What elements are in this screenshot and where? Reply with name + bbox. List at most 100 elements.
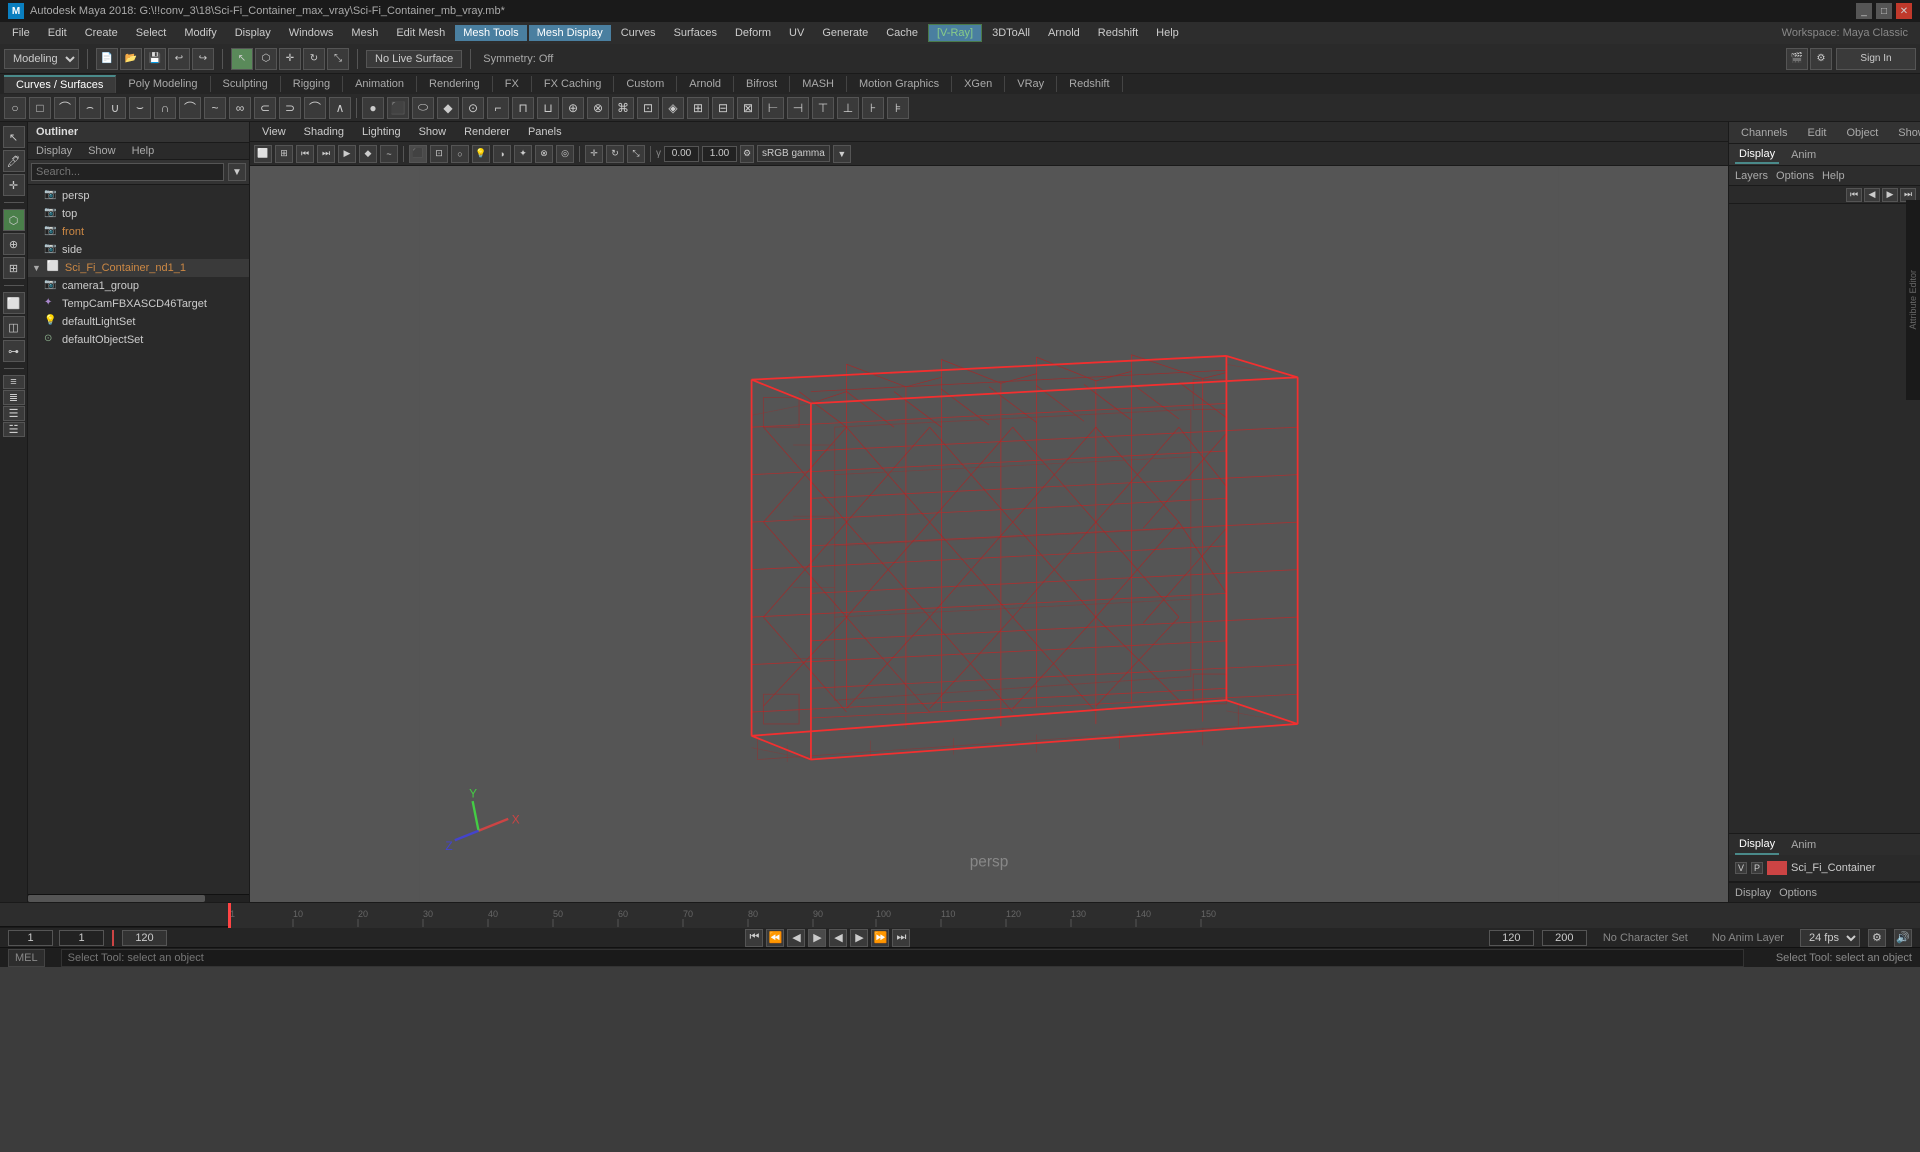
menu-help[interactable]: Help (1148, 25, 1187, 41)
vp-lighting-btn[interactable]: Lighting (354, 124, 409, 140)
pb-step-fwd-button[interactable]: ▶ (850, 929, 868, 947)
anim-tab[interactable]: Anim (1787, 147, 1820, 163)
shelf-curve8[interactable]: ∞ (229, 97, 251, 119)
shelf-surf3[interactable]: ⊔ (537, 97, 559, 119)
vp-tb-light[interactable]: 💡 (472, 145, 490, 163)
shelf-sphere[interactable]: ● (362, 97, 384, 119)
outliner-scrollbar-thumb[interactable] (28, 895, 205, 902)
channels-menu-btn[interactable]: Channels (1735, 126, 1793, 140)
shelf-square[interactable]: □ (29, 97, 51, 119)
grid-icon[interactable]: ⊞ (3, 257, 25, 279)
shelf-surf2[interactable]: ⊓ (512, 97, 534, 119)
tab-arnold[interactable]: Arnold (677, 76, 734, 92)
list-item[interactable]: 💡 defaultLightSet (28, 313, 249, 331)
anim-panel-tab[interactable]: Anim (1787, 836, 1820, 854)
list-item[interactable]: ⊙ defaultObjectSet (28, 331, 249, 349)
range-end-input[interactable] (1542, 930, 1587, 946)
menu-display[interactable]: Display (227, 25, 279, 41)
extra-icon4[interactable]: ☱ (3, 422, 25, 437)
sign-in-button[interactable]: Sign In (1836, 48, 1916, 70)
viewport-canvas[interactable]: persp X Y Z (250, 166, 1728, 902)
command-line-input[interactable] (61, 949, 1744, 967)
vp-tb-xray[interactable]: ⊗ (535, 145, 553, 163)
shelf-curve3[interactable]: ∪ (104, 97, 126, 119)
menu-arnold[interactable]: Arnold (1040, 25, 1088, 41)
object-menu-btn[interactable]: Object (1840, 126, 1884, 140)
ch-nav-prev[interactable]: ◀ (1864, 188, 1880, 202)
shelf-circle[interactable]: ○ (4, 97, 26, 119)
tab-mash[interactable]: MASH (790, 76, 847, 92)
render-button[interactable]: 🎬 (1786, 48, 1808, 70)
menu-modify[interactable]: Modify (176, 25, 224, 41)
menu-edit[interactable]: Edit (40, 25, 75, 41)
playback-settings-btn[interactable]: ⚙ (1868, 929, 1886, 947)
open-button[interactable]: 📂 (120, 48, 142, 70)
vp-tb-next[interactable]: ⏭ (317, 145, 335, 163)
list-item[interactable]: ✦ TempCamFBXASCD46Target (28, 295, 249, 313)
timeline-track[interactable]: 1 10 20 30 40 50 60 70 80 90 1 (0, 903, 1920, 927)
help-btn[interactable]: Help (1822, 170, 1845, 182)
tab-custom[interactable]: Custom (614, 76, 677, 92)
tab-sculpting[interactable]: Sculpting (211, 76, 281, 92)
vp-tb-wire[interactable]: ⊡ (430, 145, 448, 163)
menu-redshift[interactable]: Redshift (1090, 25, 1146, 41)
extra-icon2[interactable]: ≣ (3, 390, 25, 405)
gain-input[interactable] (702, 146, 737, 162)
outliner-search-input[interactable] (31, 163, 224, 181)
vp-tb-isolate[interactable]: ◎ (556, 145, 574, 163)
shelf-cylinder[interactable]: ⬭ (412, 97, 434, 119)
vp-tb-rot[interactable]: ↻ (606, 145, 624, 163)
vp-color-arrow[interactable]: ▼ (833, 145, 851, 163)
pb-step-back-button[interactable]: ◀ (787, 929, 805, 947)
maximize-button[interactable]: □ (1876, 3, 1892, 19)
shelf-surf9[interactable]: ⊞ (687, 97, 709, 119)
vp-tb-smooth[interactable]: ○ (451, 145, 469, 163)
menu-windows[interactable]: Windows (281, 25, 342, 41)
shelf-curve10[interactable]: ⊃ (279, 97, 301, 119)
pb-last-button[interactable]: ⏭ (892, 929, 910, 947)
menu-create[interactable]: Create (77, 25, 126, 41)
render-settings-button[interactable]: ⚙ (1810, 48, 1832, 70)
vp-color-profile-btn[interactable]: ⚙ (740, 145, 754, 163)
display-panel-tab[interactable]: Display (1735, 835, 1779, 855)
list-item[interactable]: ▼ ⬜ Sci_Fi_Container_nd1_1 (28, 259, 249, 277)
pb-prev-button[interactable]: ⏪ (766, 929, 784, 947)
vp-shading-btn[interactable]: Shading (296, 124, 352, 140)
shelf-surf11[interactable]: ⊠ (737, 97, 759, 119)
max-frame-input[interactable] (1489, 930, 1534, 946)
shelf-curve4[interactable]: ⌣ (129, 97, 151, 119)
redo-button[interactable]: ↪ (192, 48, 214, 70)
layer-visibility-p[interactable]: P (1751, 862, 1763, 874)
new-button[interactable]: 📄 (96, 48, 118, 70)
outliner-scrollbar[interactable] (28, 894, 249, 902)
menu-mesh[interactable]: Mesh (343, 25, 386, 41)
shelf-curve12[interactable]: ∧ (329, 97, 351, 119)
no-live-surface-button[interactable]: No Live Surface (366, 50, 462, 68)
hier-icon[interactable]: ⊶ (3, 340, 25, 362)
menu-deform[interactable]: Deform (727, 25, 779, 41)
title-controls[interactable]: _ □ ✕ (1856, 3, 1912, 19)
vp-tb-anim[interactable]: ~ (380, 145, 398, 163)
current-frame-input[interactable] (59, 930, 104, 946)
menu-mesh-tools[interactable]: Mesh Tools (455, 25, 526, 41)
outliner-show-btn[interactable]: Show (80, 143, 124, 159)
vp-tb-grid[interactable]: ⊞ (275, 145, 293, 163)
comp-icon[interactable]: ◫ (3, 316, 25, 338)
layer-display-btn[interactable]: Display (1735, 887, 1771, 899)
shelf-curve11[interactable]: ⌒ (304, 97, 326, 119)
tab-rendering[interactable]: Rendering (417, 76, 493, 92)
pb-first-button[interactable]: ⏮ (745, 929, 763, 947)
extra-icon3[interactable]: ☰ (3, 406, 25, 421)
options-btn[interactable]: Options (1776, 170, 1814, 182)
outliner-help-btn[interactable]: Help (124, 143, 163, 159)
select-icon[interactable]: ↖ (3, 126, 25, 148)
shelf-surf14[interactable]: ⊤ (812, 97, 834, 119)
shelf-cube[interactable]: ⬛ (387, 97, 409, 119)
outliner-display-btn[interactable]: Display (28, 143, 80, 159)
vp-show-btn[interactable]: Show (411, 124, 455, 140)
shelf-torus[interactable]: ⊙ (462, 97, 484, 119)
undo-button[interactable]: ↩ (168, 48, 190, 70)
scale-button[interactable]: ⤡ (327, 48, 349, 70)
pb-play-reverse-button[interactable]: ◀ (829, 929, 847, 947)
tab-curves-surfaces[interactable]: Curves / Surfaces (4, 75, 116, 93)
